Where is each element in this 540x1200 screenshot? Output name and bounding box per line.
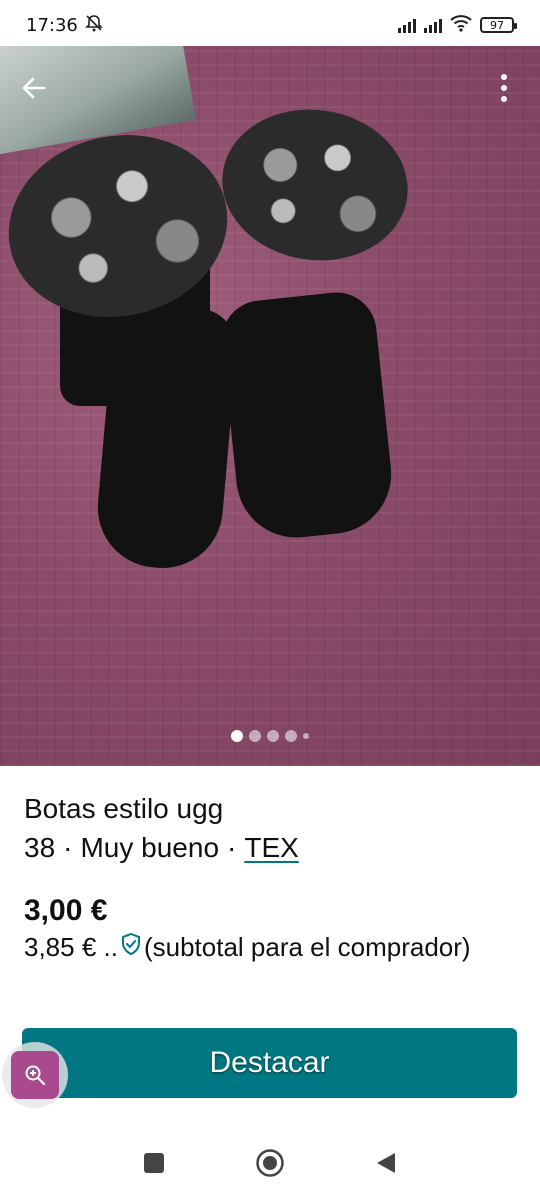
listing-title: Botas estilo ugg (24, 793, 224, 824)
destacar-button[interactable]: Destacar (22, 1028, 517, 1098)
wifi-icon (450, 14, 472, 37)
status-time: 17:36 (26, 14, 78, 36)
carousel-dot[interactable] (249, 730, 261, 742)
back-button[interactable] (14, 70, 54, 110)
meta-separator: · (63, 832, 73, 863)
home-icon[interactable] (255, 1148, 285, 1183)
zoom-floating-button[interactable] (2, 1042, 68, 1108)
battery-icon: 97 (480, 17, 517, 33)
carousel-dot[interactable] (231, 730, 243, 742)
status-bar: 17:36 97 (0, 0, 540, 50)
carousel-dot[interactable] (285, 730, 297, 742)
item-price: 3,00 € (24, 894, 108, 927)
zoom-in-icon (11, 1051, 59, 1099)
buyer-price-row: 3,85 € .. (subtotal para el comprador) (24, 932, 471, 963)
cell-signal-icon (398, 17, 416, 33)
buyer-price: 3,85 € .. (24, 932, 118, 962)
meta-separator: · (227, 832, 237, 863)
listing-size: 38 (24, 832, 56, 863)
buyer-price-note: (subtotal para el comprador) (143, 932, 471, 962)
more-options-button[interactable] (484, 70, 524, 110)
recents-icon[interactable] (143, 1152, 165, 1179)
right-boot (217, 288, 398, 544)
back-nav-icon[interactable] (375, 1151, 397, 1180)
arrow-back-icon (20, 74, 48, 107)
carousel-dot[interactable] (303, 733, 309, 739)
listing-condition: Muy bueno (80, 832, 220, 863)
brand-link[interactable]: TEX (244, 832, 298, 864)
carousel-indicator (0, 730, 540, 742)
carousel-dot[interactable] (267, 730, 279, 742)
product-photo[interactable] (0, 46, 540, 766)
right-boot-fur (212, 97, 418, 273)
notifications-off-icon (84, 13, 104, 38)
more-vert-icon (500, 73, 508, 108)
shield-check-icon[interactable] (120, 932, 142, 963)
system-navigation-bar (0, 1130, 540, 1200)
cell-signal-2-icon (424, 17, 442, 33)
listing-meta: 38 · Muy bueno · TEX (24, 832, 299, 864)
